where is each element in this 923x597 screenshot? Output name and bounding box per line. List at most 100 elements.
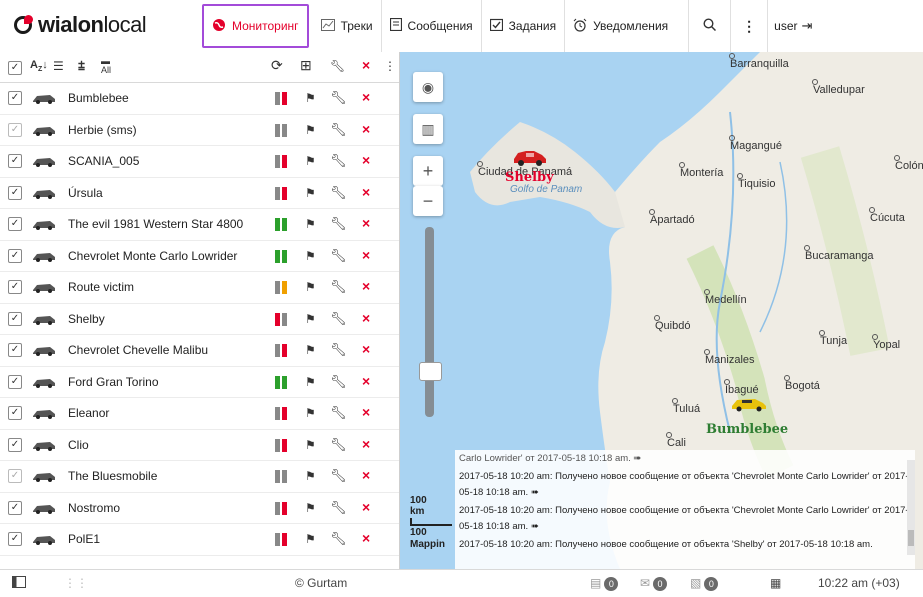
- select-all-checkbox[interactable]: ✓: [8, 61, 22, 75]
- sort-az-icon[interactable]: AZ↓: [30, 59, 48, 73]
- panel-menu-icon[interactable]: ⋮: [384, 59, 396, 73]
- unit-checkbox[interactable]: ✓: [8, 469, 22, 483]
- wrench-icon[interactable]: 🔧︎: [330, 248, 347, 264]
- unit-checkbox[interactable]: ✓: [8, 248, 22, 263]
- zoom-out-button[interactable]: −: [413, 186, 443, 216]
- unit-checkbox[interactable]: ✓: [8, 437, 22, 452]
- zoom-slider-track[interactable]: [425, 227, 434, 417]
- unit-row[interactable]: ✓ The Bluesmobile ⚑ 🔧︎ ×: [0, 461, 399, 493]
- unit-name[interactable]: Clio: [68, 438, 89, 452]
- unit-checkbox[interactable]: ✓: [8, 406, 22, 420]
- grid-view-icon[interactable]: ⋮⋮: [64, 576, 88, 590]
- layers-visibility-button[interactable]: ◉: [413, 72, 443, 102]
- unit-name[interactable]: PolE1: [68, 532, 100, 546]
- flag-icon[interactable]: ⚑: [305, 186, 316, 200]
- flag-icon[interactable]: ⚑: [305, 406, 316, 420]
- unit-checkbox[interactable]: ✓: [8, 374, 22, 389]
- panel-toggle-icon[interactable]: [12, 576, 26, 591]
- add-command-icon[interactable]: ⊞: [300, 57, 312, 74]
- more-menu-button[interactable]: ⋮: [730, 0, 767, 52]
- tab-messages[interactable]: Сообщения: [380, 0, 481, 52]
- delete-icon[interactable]: ×: [362, 278, 370, 294]
- tab-notifications[interactable]: Уведомления: [564, 0, 676, 52]
- geofence-icon[interactable]: ⟳: [271, 57, 283, 74]
- unit-row[interactable]: ✓ Clio ⚑ 🔧︎ ×: [0, 430, 399, 461]
- unit-checkbox[interactable]: ✓: [8, 532, 22, 546]
- unit-name[interactable]: Ford Gran Torino: [68, 375, 159, 389]
- zoom-slider-thumb[interactable]: [419, 362, 442, 381]
- unit-row[interactable]: ✓ Eleanor ⚑ 🔧︎ ×: [0, 398, 399, 430]
- delete-icon[interactable]: ×: [362, 89, 370, 105]
- unit-name[interactable]: Nostromo: [68, 501, 120, 515]
- flag-icon[interactable]: ⚑: [305, 280, 316, 294]
- unit-row[interactable]: ✓ Chevrolet Chevelle Malibu ⚑ 🔧︎ ×: [0, 335, 399, 367]
- unit-name[interactable]: Eleanor: [68, 406, 109, 420]
- delete-all-icon[interactable]: ×: [362, 57, 370, 73]
- unit-row[interactable]: ✓ Chevrolet Monte Carlo Lowrider ⚑ 🔧︎ ×: [0, 241, 399, 272]
- tab-monitoring[interactable]: Мониторинг: [202, 4, 309, 48]
- zoom-in-button[interactable]: +: [413, 156, 443, 186]
- delete-icon[interactable]: ×: [362, 341, 370, 357]
- delete-icon[interactable]: ×: [362, 247, 370, 263]
- flag-icon[interactable]: ⚑: [305, 123, 316, 137]
- unit-checkbox[interactable]: ✓: [8, 154, 22, 168]
- delete-icon[interactable]: ×: [362, 184, 370, 200]
- delete-icon[interactable]: ×: [362, 215, 370, 231]
- flag-icon[interactable]: ⚑: [305, 249, 316, 263]
- wrench-icon[interactable]: 🔧︎: [330, 185, 347, 201]
- flag-icon[interactable]: ⚑: [305, 312, 316, 326]
- unit-row[interactable]: ✓ The evil 1981 Western Star 4800 ⚑ 🔧︎ ×: [0, 209, 399, 241]
- unit-checkbox[interactable]: ✓: [8, 280, 22, 294]
- search-button[interactable]: [688, 0, 730, 52]
- wrench-icon[interactable]: 🔧︎: [330, 279, 347, 295]
- add-unit-icon[interactable]: ⩲: [78, 59, 85, 74]
- event-log[interactable]: Carlo Lowrider' от 2017-05-18 10:18 am. …: [455, 450, 915, 569]
- sms-indicator[interactable]: ✉ 0: [640, 576, 668, 591]
- wrench-icon[interactable]: 🔧︎: [330, 405, 347, 421]
- unit-name[interactable]: The Bluesmobile: [68, 469, 157, 483]
- map-layers-button[interactable]: ▥: [413, 114, 443, 144]
- map[interactable]: ◉ ▥ + − Barranquilla Valledupar Ciudad de …: [400, 52, 923, 569]
- wrench-icon[interactable]: 🔧︎: [330, 468, 347, 484]
- unit-name[interactable]: Bumblebee: [68, 91, 129, 105]
- flag-icon[interactable]: ⚑: [305, 501, 316, 515]
- list-view-icon[interactable]: ☰: [53, 59, 64, 73]
- unit-row[interactable]: ✓ Nostromo ⚑ 🔧︎ ×: [0, 493, 399, 524]
- unit-name[interactable]: The evil 1981 Western Star 4800: [68, 217, 243, 231]
- wrench-icon[interactable]: 🔧︎: [330, 122, 347, 138]
- unit-name[interactable]: Shelby: [68, 312, 105, 326]
- flag-icon[interactable]: ⚑: [305, 154, 316, 168]
- unit-name[interactable]: Úrsula: [68, 186, 103, 200]
- unit-checkbox[interactable]: ✓: [8, 185, 22, 200]
- unit-checkbox[interactable]: ✓: [8, 311, 22, 326]
- wrench-icon[interactable]: 🔧︎: [330, 90, 347, 106]
- media-indicator[interactable]: ▧ 0: [690, 576, 719, 591]
- unit-name[interactable]: Herbie (sms): [68, 123, 137, 137]
- unit-name[interactable]: SCANIA_005: [68, 154, 139, 168]
- unit-name[interactable]: Chevrolet Monte Carlo Lowrider: [68, 249, 237, 263]
- unit-checkbox[interactable]: ✓: [8, 500, 22, 515]
- unit-row[interactable]: ✓ PolE1 ⚑ 🔧︎ ×: [0, 524, 399, 556]
- delete-icon[interactable]: ×: [362, 499, 370, 515]
- unit-row[interactable]: ✓ Route victim ⚑ 🔧︎ ×: [0, 272, 399, 304]
- unit-name[interactable]: Chevrolet Chevelle Malibu: [68, 343, 208, 357]
- unit-row[interactable]: ✓ Bumblebee ⚑ 🔧︎ ×: [0, 83, 399, 115]
- flag-icon[interactable]: ⚑: [305, 438, 316, 452]
- wrench-icon[interactable]: 🔧︎: [330, 153, 347, 169]
- delete-icon[interactable]: ×: [362, 436, 370, 452]
- flag-icon[interactable]: ⚑: [305, 343, 316, 357]
- wrench-icon[interactable]: 🔧︎: [330, 311, 347, 327]
- delete-icon[interactable]: ×: [362, 310, 370, 326]
- user-menu[interactable]: user ⇥: [767, 0, 818, 52]
- tab-tracks[interactable]: Треки: [313, 0, 381, 52]
- wrench-icon[interactable]: 🔧︎: [330, 342, 347, 358]
- unit-checkbox[interactable]: ✓: [8, 217, 22, 231]
- flag-icon[interactable]: ⚑: [305, 217, 316, 231]
- delete-icon[interactable]: ×: [362, 121, 370, 137]
- flag-icon[interactable]: ⚑: [305, 91, 316, 105]
- flag-icon[interactable]: ⚑: [305, 532, 316, 546]
- wrench-icon[interactable]: 🔧︎: [330, 437, 347, 453]
- tab-tasks[interactable]: Задания: [480, 0, 564, 52]
- unread-messages-indicator[interactable]: ▤ 0: [590, 576, 619, 591]
- wrench-icon[interactable]: 🔧︎: [330, 59, 345, 73]
